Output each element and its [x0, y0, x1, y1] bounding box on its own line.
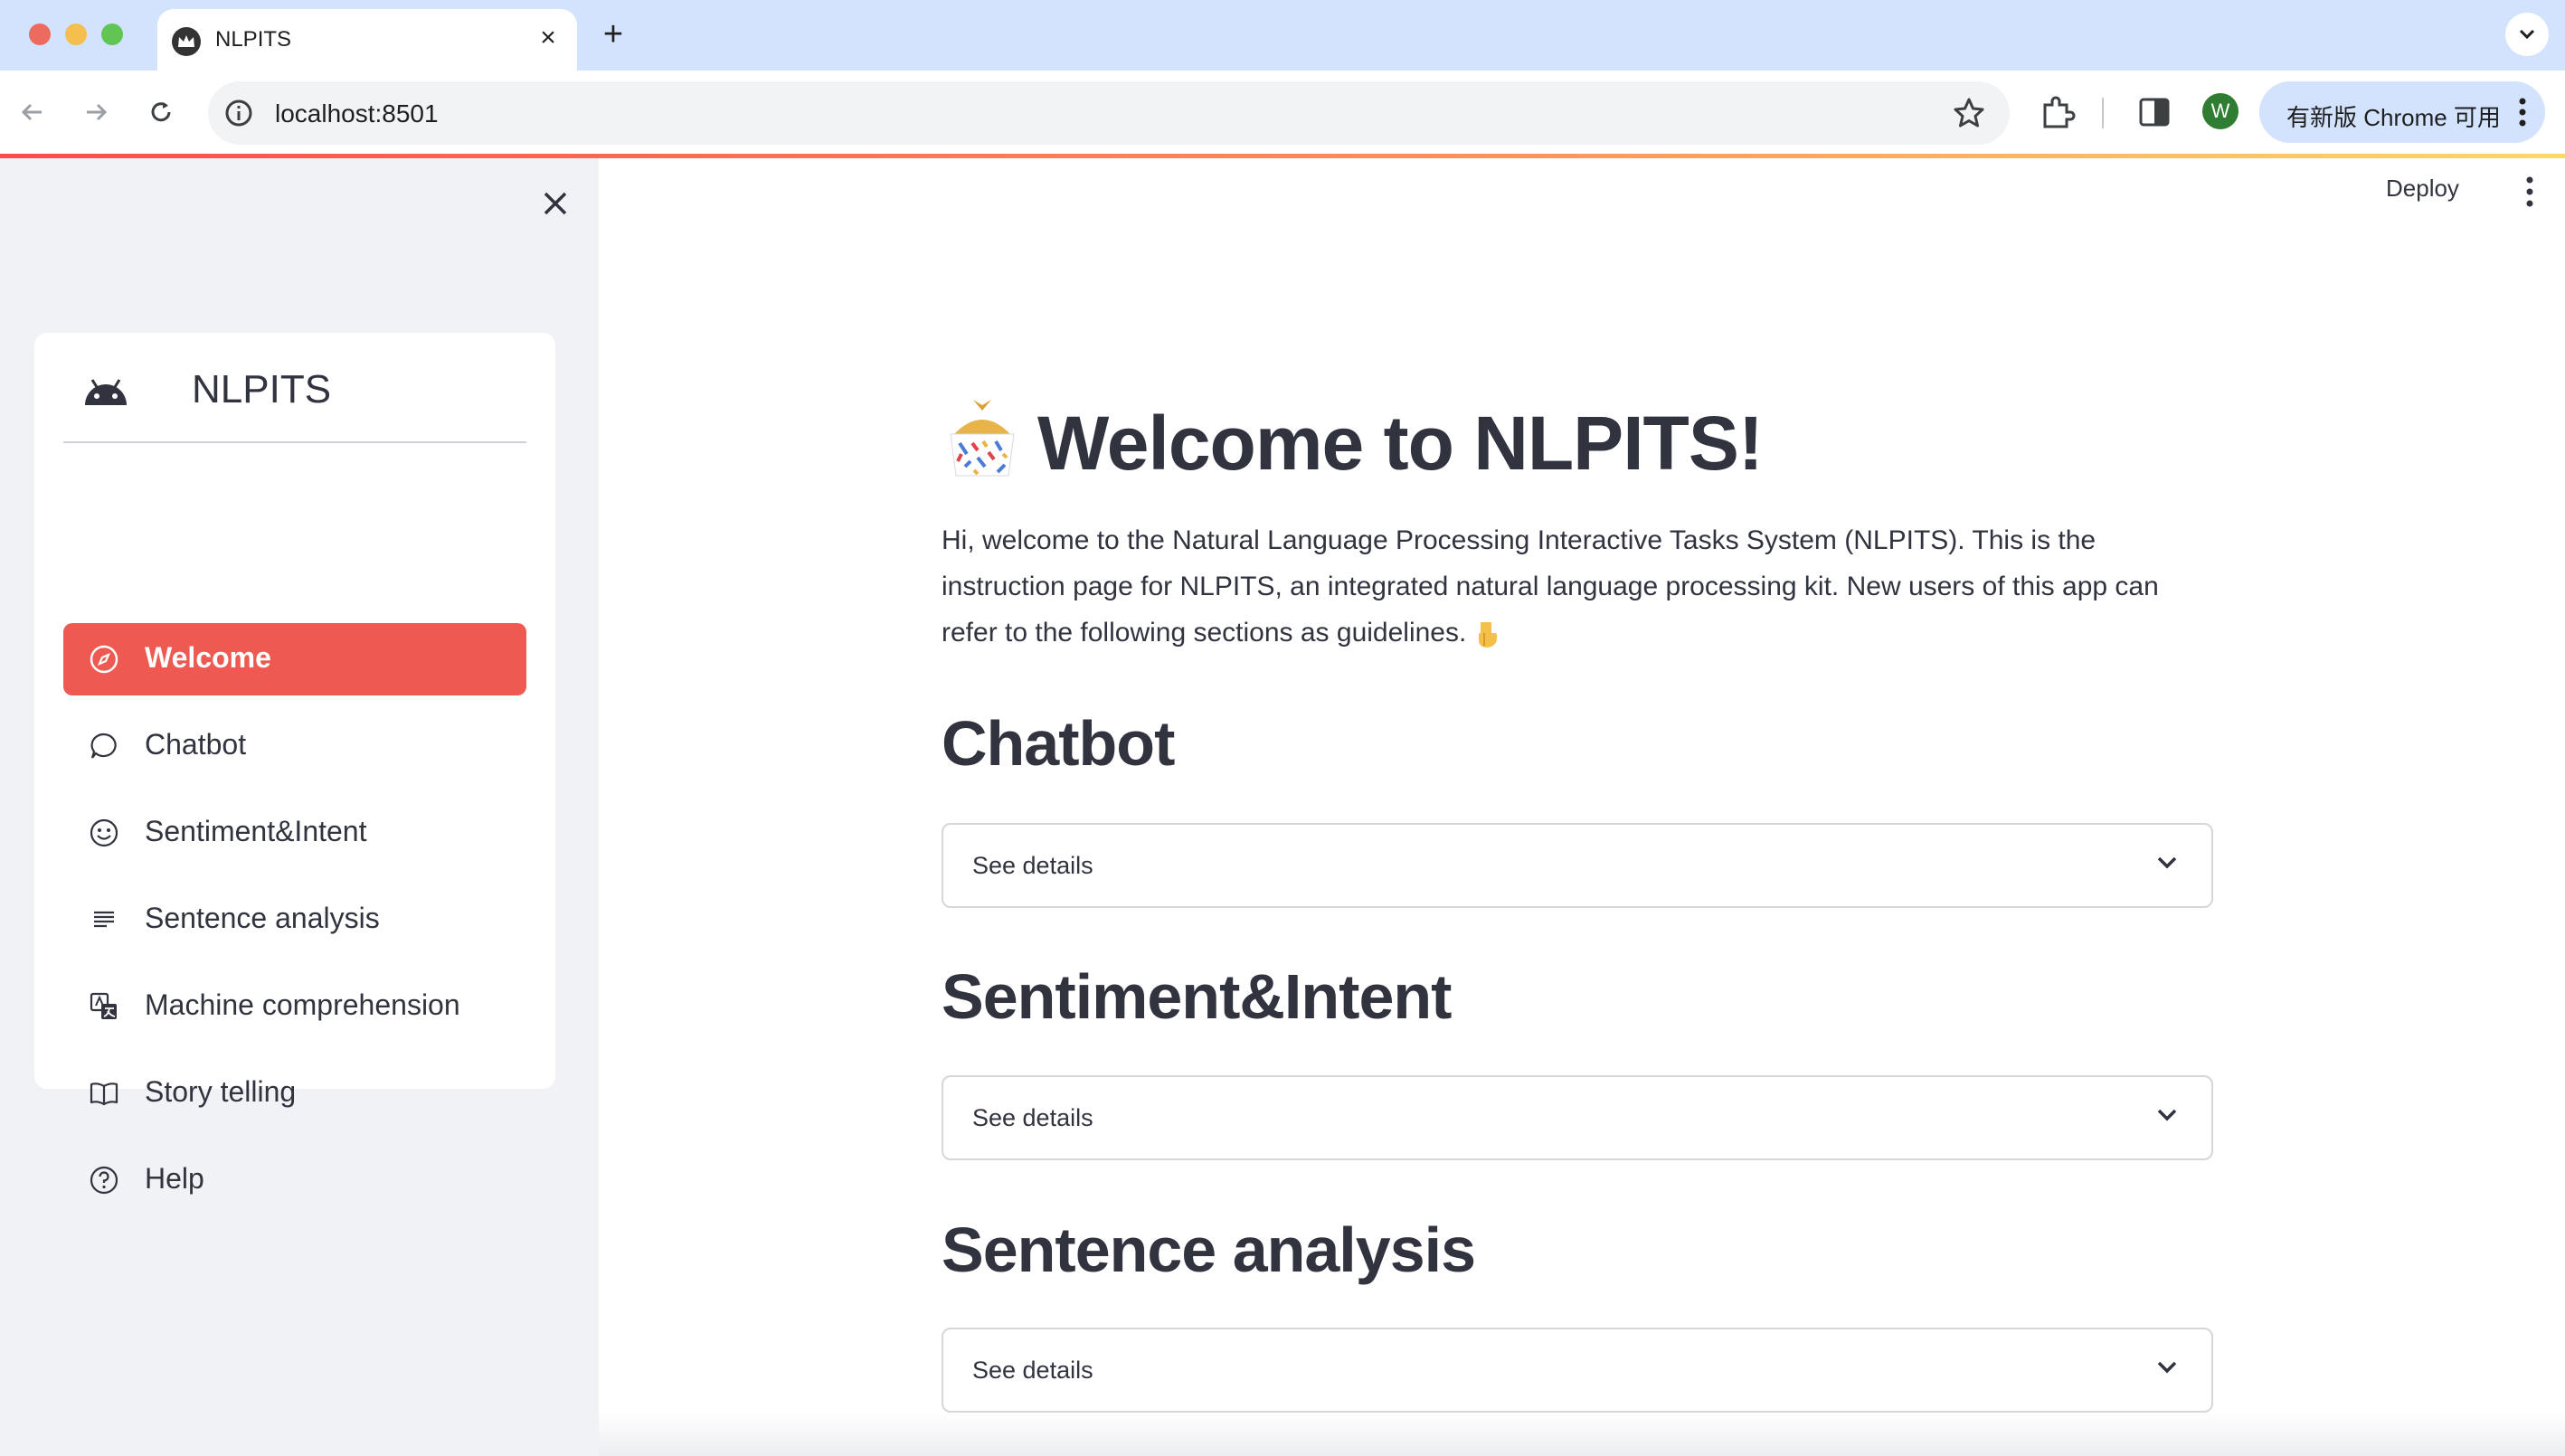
site-info-icon[interactable] — [224, 99, 253, 128]
tab-search-button[interactable] — [2505, 13, 2549, 56]
address-bar[interactable]: localhost:8501 — [208, 81, 2010, 145]
sidebar-item-help[interactable]: Help — [63, 1144, 526, 1216]
browser-tab-bar: NLPITS × + — [0, 0, 2565, 71]
bookmark-star-icon[interactable] — [1952, 96, 1986, 130]
chevron-down-icon — [2519, 29, 2535, 40]
expander-sentiment-intent[interactable]: See details — [942, 1075, 2213, 1160]
browser-tab-active[interactable]: NLPITS × — [157, 9, 577, 71]
translate-icon — [90, 992, 117, 1019]
menu-title: NLPITS — [192, 367, 332, 411]
question-circle-icon — [90, 1166, 118, 1195]
expander-chatbot[interactable]: See details — [942, 823, 2213, 908]
reload-button[interactable] — [139, 90, 183, 134]
side-panel-icon[interactable] — [2134, 92, 2174, 132]
sidebar-item-label: Machine comprehension — [145, 988, 460, 1021]
sidebar-item-machine-comprehension[interactable]: Machine comprehension — [63, 970, 526, 1043]
extensions-puzzle-icon[interactable] — [2038, 92, 2078, 132]
section-title-chatbot: Chatbot — [942, 708, 1175, 779]
tab-title: NLPITS — [215, 27, 292, 52]
smiley-icon — [90, 818, 118, 847]
sidebar-item-sentiment-intent[interactable]: Sentiment&Intent — [63, 797, 526, 869]
url-text[interactable]: localhost:8501 — [275, 99, 439, 128]
window-close-button[interactable] — [29, 24, 51, 45]
reload-icon — [151, 102, 171, 122]
close-sidebar-icon[interactable] — [535, 184, 575, 223]
confetti-ball-icon — [950, 400, 1015, 477]
expander-sentence-analysis[interactable]: See details — [942, 1328, 2213, 1413]
sidebar-item-label: Story telling — [145, 1075, 297, 1108]
sidebar-item-welcome[interactable]: Welcome — [63, 623, 526, 695]
arrow-left-icon — [21, 103, 42, 121]
sidebar-item-label: Sentiment&Intent — [145, 815, 367, 847]
section-title-sentiment-intent: Sentiment&Intent — [942, 961, 1452, 1032]
expander-label: See details — [972, 1357, 1093, 1384]
sidebar-item-story-telling[interactable]: Story telling — [63, 1057, 526, 1130]
sidebar-item-chatbot[interactable]: Chatbot — [63, 710, 526, 782]
chat-bubble-icon — [90, 733, 117, 759]
forward-button[interactable] — [74, 90, 118, 134]
deploy-button[interactable]: Deploy — [2386, 175, 2459, 203]
toolbar-divider — [2102, 98, 2104, 128]
intro-text: Hi, welcome to the Natural Language Proc… — [942, 525, 2159, 648]
pointing-down-icon — [1479, 622, 1498, 648]
sidebar: NLPITS Welcome Chatbot Sentiment&Intent … — [0, 158, 599, 1456]
chrome-update-button[interactable]: 有新版 Chrome 可用 — [2259, 81, 2545, 143]
more-vertical-icon — [2519, 98, 2526, 127]
intro-paragraph: Hi, welcome to the Natural Language Proc… — [942, 517, 2217, 656]
window-zoom-button[interactable] — [101, 24, 123, 45]
bottom-fade — [599, 1411, 2565, 1456]
section-title-sentence-analysis: Sentence analysis — [942, 1215, 1476, 1285]
chevron-down-icon — [2157, 1109, 2177, 1121]
page-title: Welcome to NLPITS! — [1037, 401, 1764, 486]
browser-toolbar: localhost:8501 W 有新版 Chrome 可用 — [0, 71, 2565, 154]
profile-avatar[interactable]: W — [2202, 93, 2238, 129]
text-lines-icon — [94, 911, 114, 928]
chevron-down-icon — [2157, 1361, 2177, 1374]
sidebar-item-sentence-analysis[interactable]: Sentence analysis — [63, 884, 526, 956]
menu-header: NLPITS — [63, 333, 526, 443]
chevron-down-icon — [2157, 856, 2177, 869]
sidebar-item-label: Help — [145, 1162, 204, 1195]
arrow-right-icon — [87, 103, 108, 121]
main-menu-icon[interactable] — [2516, 172, 2543, 212]
back-button[interactable] — [11, 90, 54, 134]
android-robot-icon — [85, 379, 127, 405]
new-tab-icon[interactable]: + — [595, 16, 631, 52]
sidebar-item-label: Sentence analysis — [145, 902, 380, 934]
expander-label: See details — [972, 852, 1093, 879]
compass-icon — [90, 645, 118, 674]
window-minimize-button[interactable] — [65, 24, 87, 45]
expander-label: See details — [972, 1104, 1093, 1131]
sidebar-item-label: Welcome — [145, 641, 271, 674]
crown-favicon-icon — [172, 27, 201, 56]
tab-close-icon[interactable]: × — [532, 22, 564, 54]
chrome-update-label: 有新版 Chrome 可用 — [2286, 104, 2501, 131]
option-menu: NLPITS Welcome Chatbot Sentiment&Intent … — [34, 333, 555, 1195]
sidebar-item-label: Chatbot — [145, 728, 247, 761]
open-book-icon — [90, 1083, 118, 1106]
